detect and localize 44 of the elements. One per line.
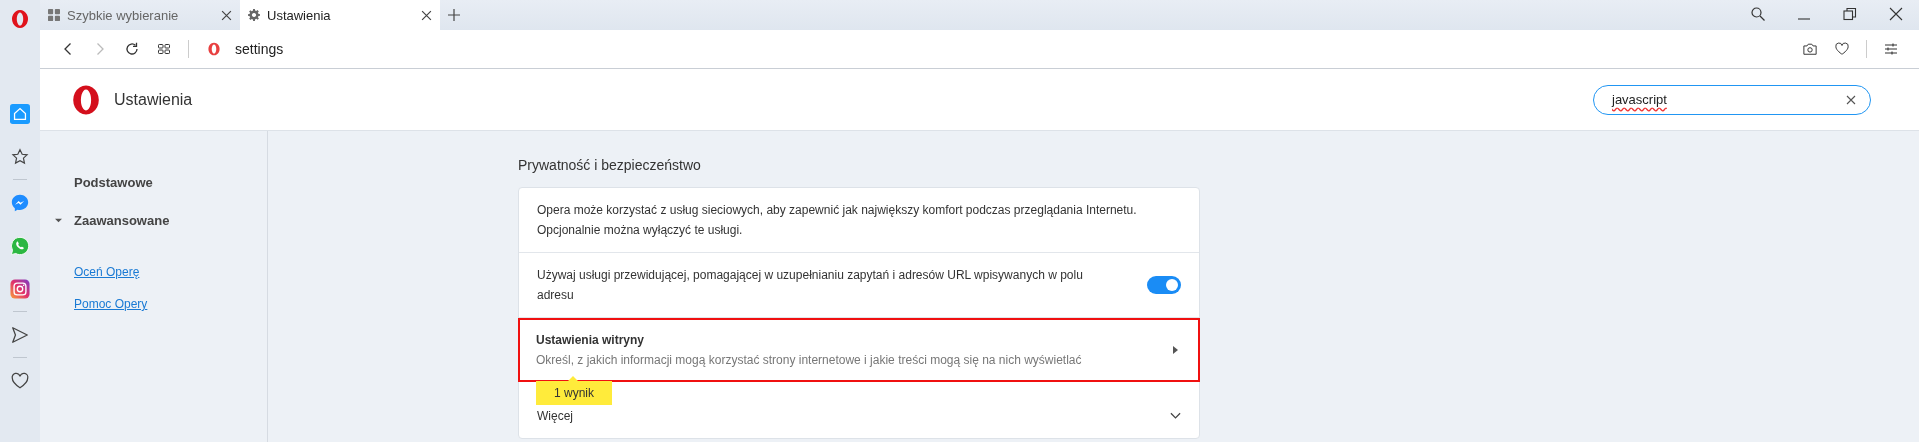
nav-item[interactable]: Zaawansowane xyxy=(74,213,170,228)
gear-icon xyxy=(248,9,260,21)
more-label[interactable]: Więcej xyxy=(537,406,573,426)
chevron-down-icon[interactable] xyxy=(1170,412,1181,420)
heart-icon[interactable] xyxy=(1835,42,1849,56)
browser-tab[interactable]: Ustawienia xyxy=(240,0,440,30)
reload-icon[interactable] xyxy=(125,42,139,56)
caret-icon[interactable] xyxy=(55,217,62,224)
nav-link[interactable]: Pomoc Opery xyxy=(74,297,267,311)
sliders-icon[interactable] xyxy=(1884,42,1898,56)
opera-logo xyxy=(70,83,102,116)
heart-icon[interactable] xyxy=(10,370,30,391)
nav-item[interactable]: Podstawowe xyxy=(40,175,267,190)
new-tab-icon[interactable] xyxy=(448,9,460,21)
camera-icon[interactable] xyxy=(10,278,30,299)
home-icon[interactable] xyxy=(10,103,30,124)
tabs-grid-icon[interactable] xyxy=(157,42,171,56)
camera-icon[interactable] xyxy=(1803,42,1817,56)
send-icon[interactable] xyxy=(10,324,30,345)
close-icon[interactable] xyxy=(421,9,432,21)
chevron-right-icon xyxy=(1172,346,1178,354)
clear-icon[interactable] xyxy=(1846,94,1856,105)
address-field[interactable]: settings xyxy=(235,41,284,57)
chat-bubble-icon[interactable] xyxy=(10,192,30,213)
page-title: Ustawienia xyxy=(114,90,193,109)
close-icon[interactable] xyxy=(1889,7,1903,21)
star-icon[interactable] xyxy=(10,146,30,167)
browser-tab[interactable]: Szybkie wybieranie xyxy=(40,0,240,30)
grid-icon xyxy=(48,9,60,21)
setting-title: Ustawienia witryny xyxy=(536,332,646,349)
close-icon[interactable] xyxy=(221,9,232,21)
restore-icon[interactable] xyxy=(1843,7,1857,21)
nav-link[interactable]: Oceń Operę xyxy=(74,265,267,279)
setting-label: Używaj usługi przewidującej, pomagającej w uzupełnianiu zapytań i adresów URL wpisywanych w polu adresu xyxy=(537,267,1084,304)
opera-logo xyxy=(207,42,221,56)
phone-bubble-icon[interactable] xyxy=(10,235,30,256)
setting-description: Określ, z jakich informacji mogą korzystać strony internetowe i jakie treści mogą się na nich wyświetlać xyxy=(536,352,1083,369)
section-title: Prywatność i bezpieczeństwo xyxy=(518,157,702,173)
match-badge: 1 wynik xyxy=(536,376,612,405)
intro-text: Opera może korzystać z usług sieciowych, aby zapewnić jak największy komfort podczas przeglądania Internetu. Opcjonalnie można wyłączyć te usługi. xyxy=(519,188,1199,253)
opera-logo[interactable] xyxy=(10,9,30,29)
search-icon[interactable] xyxy=(1751,7,1765,21)
site-settings-row[interactable]: Ustawienia witryny Określ, z jakich informacji mogą korzystać strony internetowe i jakie treści mogą się na nich wyświetlać xyxy=(518,318,1200,382)
toggle-switch[interactable] xyxy=(1147,276,1181,294)
